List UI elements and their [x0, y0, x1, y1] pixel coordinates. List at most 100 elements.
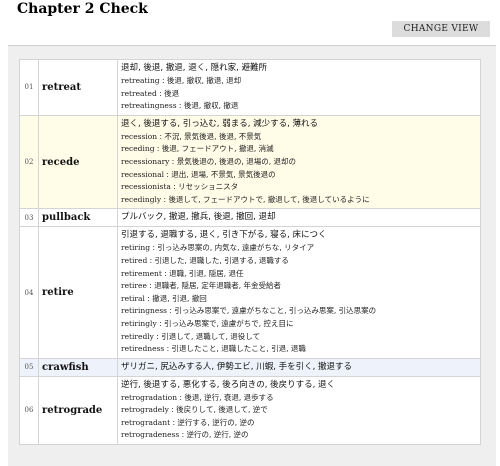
row-number: 01	[19, 59, 39, 116]
main-meaning: 退く, 後退する, 引っ込む, 弱まる, 減少する, 薄れる	[121, 118, 319, 129]
word-row: 03 pullback プルバック, 撤退, 撤兵, 後退, 撤回, 退却	[19, 208, 481, 228]
derived-meaning: 引っ込み思案で, 遠慮がちで, 控え目に	[163, 318, 294, 328]
separator: :	[159, 76, 167, 85]
derived-form: recessionista : リセッショニスタ	[121, 181, 477, 194]
headword[interactable]: pullback	[38, 208, 118, 228]
definitions-cell: プルバック, 撤退, 撤兵, 後退, 撤回, 退却	[117, 208, 481, 228]
row-number: 05	[19, 357, 39, 377]
derived-word: retiringly	[121, 318, 157, 328]
derived-word: retrogradant	[121, 417, 171, 427]
derived-form: retirement : 退職, 引退, 隠居, 退任	[121, 268, 477, 281]
row-number: 03	[19, 208, 39, 228]
derived-word: retrogradely	[121, 405, 169, 415]
main-meaning: 逆行, 後退する, 悪化する, 後ろ向きの, 後戻りする, 退く	[121, 379, 336, 390]
word-row: 05 crawfish ザリガニ, 尻込みする人, 伊勢エビ, 川蝦, 手を引く, …	[19, 357, 481, 377]
main-meaning: 引退する, 退職する, 退く, 引き下がる, 寝る, 床につく	[121, 230, 327, 241]
derived-word: retrogradation	[121, 392, 178, 402]
derived-meaning: 後退, 撤収, 撤退, 退却	[166, 76, 242, 85]
derived-word: retrogradeness	[121, 430, 180, 440]
row-number: 02	[19, 114, 39, 210]
separator: :	[179, 430, 187, 440]
separator: :	[147, 255, 155, 265]
derived-meaning: 引退した, 退職した, 引退する, 退職する	[154, 255, 289, 265]
derived-word: retreated	[121, 88, 157, 98]
derived-word: recessional	[121, 169, 164, 179]
word-row: 02 recede 退く, 後退する, 引っ込む, 弱まる, 減少する, 薄れる re…	[19, 114, 481, 210]
derived-meaning: 引っ込み思案の, 内気な, 遠慮がちな, リタイア	[157, 243, 315, 253]
headword[interactable]: retrograde	[38, 375, 118, 446]
derived-form: retiring : 引っ込み思案の, 内気な, 遠慮がちな, リタイア	[121, 242, 477, 255]
derived-word: recessionista	[121, 182, 171, 192]
derived-meaning: 退出, 退場, 不景気, 景気後退の	[171, 169, 276, 179]
derived-meaning: 引っ込み思案で, 遠慮がちなこと, 引っ込み思案, 引込思案の	[174, 306, 377, 316]
word-row: 06 retrograde 逆行, 後退する, 悪化する, 後ろ向きの, 後戻りする…	[19, 375, 481, 446]
definitions-cell: 退く, 後退する, 引っ込む, 弱まる, 減少する, 薄れる recession …	[117, 114, 481, 210]
derived-form: retiringly : 引っ込み思案で, 遠慮がちで, 控え目に	[121, 318, 477, 331]
separator: :	[176, 101, 184, 111]
derived-meaning: 後退, フェードアウト, 撤退, 消滅	[161, 144, 274, 154]
separator: :	[154, 144, 162, 154]
derived-meaning: 後戻りして, 後退して, 逆で	[176, 405, 268, 415]
separator: :	[164, 344, 172, 354]
derived-meaning: 後退して, フェードアウトで, 撤退して, 後退しているように	[168, 194, 370, 204]
derived-word: retreatingness	[121, 101, 177, 111]
word-row: 01 retreat 退却, 後退, 撤退, 退く, 隠れ家, 避難所 retreat…	[19, 59, 481, 116]
derived-word: recessionary	[121, 156, 170, 166]
separator: :	[156, 88, 165, 98]
derived-form: retreatingness : 後退, 撤収, 撤退	[121, 100, 477, 113]
derived-form: retreating : 後退, 撤収, 撤退, 退却	[121, 75, 477, 88]
headword[interactable]: retreat	[38, 59, 118, 116]
derived-meaning: 引退して, 退職して, 退役して	[161, 331, 261, 341]
derived-meaning: 後退, 逆行, 衰退, 退歩する	[184, 392, 274, 402]
derived-meaning: 退職者, 隠居, 定年退職者, 年金受給者	[154, 281, 282, 291]
derived-word: retiredness	[121, 344, 165, 354]
derived-form: retiringness : 引っ込み思案で, 遠慮がちなこと, 引っ込み思案,…	[121, 305, 477, 318]
derived-form: recessionary : 景気後退の, 後退の, 退場の, 退却の	[121, 156, 477, 169]
derived-form: retrogradely : 後戻りして, 後退して, 逆で	[121, 404, 477, 417]
derived-form: recession : 不況, 景気後退, 後退, 不景気	[121, 131, 477, 144]
derived-word: retired	[121, 255, 148, 265]
main-meaning: プルバック, 撤退, 撤兵, 後退, 撤回, 退却	[121, 212, 276, 223]
derived-word: retiringness	[121, 306, 168, 316]
derived-form: retrogradant : 逆行する, 逆行の, 逆の	[121, 417, 477, 430]
derived-word: recession	[121, 131, 158, 141]
derived-meaning: リセッショニスタ	[178, 182, 239, 192]
derived-form: retiredness : 引退したこと, 退職したこと, 引退, 退職	[121, 343, 477, 356]
derived-word: retiral	[121, 293, 145, 303]
derived-form: retiral : 撤退, 引退, 撤回	[121, 293, 477, 306]
derived-meaning: 不況, 景気後退, 後退, 不景気	[164, 131, 262, 141]
page-title: Chapter 2 Check	[17, 1, 148, 17]
derived-word: retiring	[121, 243, 151, 253]
derived-form: retreated : 後退	[121, 88, 477, 101]
definitions-cell: 引退する, 退職する, 退く, 引き下がる, 寝る, 床につく retiring …	[117, 226, 481, 359]
derived-meaning: 引退したこと, 退職したこと, 引退, 退職	[171, 344, 306, 354]
derived-word: retreating	[121, 76, 160, 85]
derived-form: retiree : 退職者, 隠居, 定年退職者, 年金受給者	[121, 280, 477, 293]
headword[interactable]: retire	[38, 226, 118, 359]
change-view-button[interactable]: CHANGE VIEW	[392, 21, 490, 37]
derived-meaning: 退職, 引退, 隠居, 退任	[169, 268, 244, 278]
derived-meaning: 逆行の, 逆行, 逆の	[186, 430, 249, 440]
derived-form: recessional : 退出, 退場, 不景気, 景気後退の	[121, 169, 477, 182]
headword[interactable]: recede	[38, 114, 118, 210]
derived-form: retired : 引退した, 退職した, 引退する, 退職する	[121, 255, 477, 268]
main-meaning: ザリガニ, 尻込みする人, 伊勢エビ, 川蝦, 手を引く, 撤退する	[121, 361, 353, 372]
derived-form: retrogradation : 後退, 逆行, 衰退, 退歩する	[121, 392, 477, 405]
main-meaning: 退却, 後退, 撤退, 退く, 隠れ家, 避難所	[121, 63, 268, 73]
row-number: 04	[19, 226, 39, 359]
separator: :	[169, 156, 177, 166]
derived-word: retiree	[121, 281, 147, 291]
derived-meaning: 後退	[164, 88, 180, 98]
word-row: 04 retire 引退する, 退職する, 退く, 引き下がる, 寝る, 床につく r…	[19, 226, 481, 359]
headword[interactable]: crawfish	[38, 357, 118, 377]
derived-meaning: 後退, 撤収, 撤退	[183, 101, 239, 111]
derived-word: retirement	[121, 268, 162, 278]
definitions-cell: ザリガニ, 尻込みする人, 伊勢エビ, 川蝦, 手を引く, 撤退する	[117, 357, 481, 377]
derived-meaning: 逆行する, 逆行の, 逆の	[177, 417, 255, 427]
separator: :	[156, 318, 164, 328]
derived-form: retiredly : 引退して, 退職して, 退役して	[121, 331, 477, 344]
definitions-cell: 逆行, 後退する, 悪化する, 後ろ向きの, 後戻りする, 退く retrogra…	[117, 375, 481, 446]
word-table: 01 retreat 退却, 後退, 撤退, 退く, 隠れ家, 避難所 retreat…	[19, 59, 481, 446]
definitions-cell: 退却, 後退, 撤退, 退く, 隠れ家, 避難所 retreating : 後退,…	[117, 59, 481, 116]
derived-word: retiredly	[121, 331, 154, 341]
